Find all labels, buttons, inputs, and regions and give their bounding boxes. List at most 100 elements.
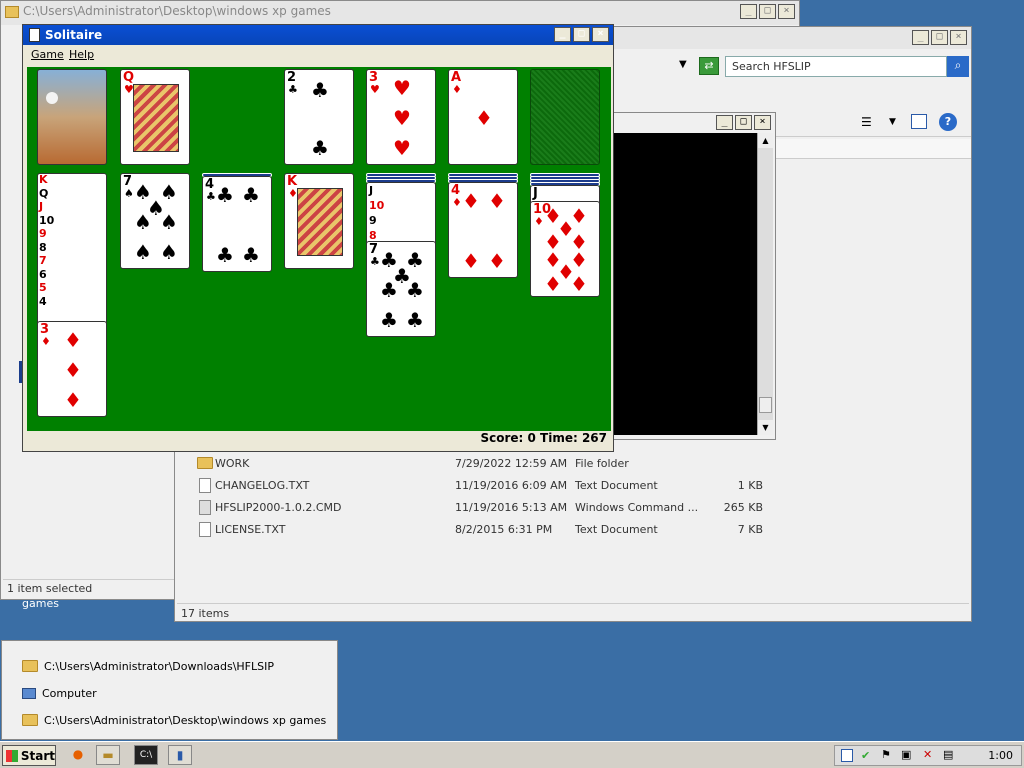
- solitaire-menubar: Game Help: [23, 45, 613, 65]
- tableau-column-3[interactable]: 4 ♣ ♣ ♣ ♣ ♣: [202, 176, 272, 272]
- minimize-button[interactable]: _: [740, 4, 757, 19]
- solitaire-titlebar[interactable]: Solitaire _ □ ×: [23, 25, 613, 45]
- tableau-card-top[interactable]: 10 ♦ ♦ ♦ ♦ ♦ ♦ ♦ ♦ ♦ ♦ ♦: [530, 201, 600, 297]
- maximize-button[interactable]: □: [931, 30, 948, 45]
- file-name: LICENSE.TXT: [215, 522, 286, 536]
- back-explorer-titlebar[interactable]: C:\Users\Administrator\Desktop\windows x…: [1, 1, 799, 25]
- console-taskbar-icon[interactable]: C:\: [134, 745, 158, 765]
- list-item[interactable]: CHANGELOG.TXT 11/19/2016 6:09 AM Text Do…: [193, 474, 971, 496]
- foundation-hearts[interactable]: 3 ♥ ♥ ♥ ♥: [366, 69, 436, 165]
- moon-icon: [46, 92, 58, 104]
- file-name: CHANGELOG.TXT: [215, 478, 310, 492]
- file-size: 1 KB: [737, 478, 763, 492]
- windows-logo-icon: [6, 749, 18, 762]
- list-item[interactable]: WORK 7/29/2022 12:59 AM File folder: [193, 452, 971, 474]
- tableau-column-6[interactable]: 4 ♦ ♦ ♦ ♦ ♦: [448, 182, 518, 278]
- help-icon[interactable]: ?: [939, 113, 957, 131]
- tableau-column-4[interactable]: K ♦: [284, 173, 354, 269]
- maximize-button[interactable]: □: [735, 115, 752, 130]
- tableau-column-7[interactable]: J 10 ♦ ♦ ♦ ♦ ♦ ♦ ♦ ♦ ♦ ♦ ♦: [530, 173, 602, 299]
- back-explorer-statusbar: 1 item selected: [3, 579, 175, 597]
- file-type: Text Document: [575, 522, 658, 536]
- solitaire-window[interactable]: Solitaire _ □ × Game Help Q ♥ 2 ♣ ♣ ♣ 3: [22, 24, 614, 452]
- maximize-button[interactable]: □: [573, 27, 590, 42]
- foundation-clubs[interactable]: 2 ♣ ♣ ♣: [284, 69, 354, 165]
- tableau-column-1[interactable]: K Q J 10 9 8 7 6 5 4 3 ♦ ♦ ♦ ♦: [37, 173, 109, 419]
- explorer-taskbar-icon[interactable]: ▬: [96, 745, 120, 765]
- solitaire-app-icon: [29, 28, 40, 42]
- tableau-col5-labels: J 10 9 8: [369, 184, 385, 242]
- cmd-file-icon: [199, 499, 211, 515]
- minimize-button[interactable]: _: [912, 30, 929, 45]
- search-icon[interactable]: ⌕: [947, 56, 969, 77]
- scroll-thumb[interactable]: [759, 397, 772, 413]
- explorer-statusbar: 17 items: [177, 603, 969, 621]
- shield-icon[interactable]: ✔: [861, 749, 870, 762]
- tableau-column-5[interactable]: J 10 9 8 7 ♣ ♣ ♣ ♣ ♣ ♣ ♣ ♣: [366, 173, 438, 339]
- king-face-image: [297, 188, 343, 256]
- tray-icon[interactable]: [841, 749, 853, 762]
- file-type: File folder: [575, 456, 629, 470]
- console-window[interactable]: _ □ × ▲ ▼: [612, 112, 776, 440]
- firefox-icon[interactable]: ●: [66, 745, 90, 765]
- text-file-icon: [199, 477, 211, 493]
- file-name: HFSLIP2000-1.0.2.CMD: [215, 500, 342, 514]
- foundation-diamonds[interactable]: A ♦ ♦: [448, 69, 518, 165]
- close-button[interactable]: ×: [950, 30, 967, 45]
- start-button[interactable]: Start: [2, 745, 56, 766]
- network-icon[interactable]: ▣: [901, 748, 911, 761]
- taskbar: Start ● ▬ C:\ ▮ ✔ ⚑ ▣ ✕ ▤ 1:00: [0, 741, 1024, 768]
- popup-item[interactable]: C:\Users\Administrator\Desktop\windows x…: [22, 709, 326, 731]
- desktop-icon-label[interactable]: games: [22, 597, 59, 610]
- file-size: 265 KB: [723, 500, 763, 514]
- solitaire-taskbar-icon[interactable]: ▮: [168, 745, 192, 765]
- list-item[interactable]: HFSLIP2000-1.0.2.CMD 11/19/2016 5:13 AM …: [193, 496, 971, 518]
- folder-icon: [22, 714, 38, 726]
- scroll-up-icon[interactable]: ▲: [758, 133, 773, 148]
- card-table[interactable]: Q ♥ 2 ♣ ♣ ♣ 3 ♥ ♥ ♥ ♥ A ♦ ♦ K Q J 10 9 8…: [27, 67, 611, 433]
- scroll-down-icon[interactable]: ▼: [758, 420, 773, 435]
- chevron-down-icon[interactable]: ▼: [889, 117, 896, 127]
- folder-icon: [22, 660, 38, 672]
- console-output[interactable]: [613, 133, 757, 435]
- tableau-card-top[interactable]: 3 ♦ ♦ ♦ ♦: [37, 321, 107, 417]
- waste-card[interactable]: Q ♥: [120, 69, 190, 165]
- score-status: Score: 0 Time: 267: [27, 431, 611, 447]
- refresh-icon[interactable]: ⇄: [699, 57, 719, 75]
- tableau-col1-labels: K Q J 10 9 8 7 6 5 4: [39, 173, 55, 308]
- list-item[interactable]: LICENSE.TXT 8/2/2015 6:31 PM Text Docume…: [193, 518, 971, 540]
- computer-icon: [22, 687, 36, 699]
- file-type: Text Document: [575, 478, 658, 492]
- menu-help[interactable]: Help: [69, 48, 94, 61]
- minimize-button[interactable]: _: [554, 27, 571, 42]
- close-button[interactable]: ×: [778, 4, 795, 19]
- maximize-button[interactable]: □: [759, 4, 776, 19]
- close-button[interactable]: ×: [754, 115, 771, 130]
- popup-item[interactable]: Computer: [22, 682, 97, 704]
- file-list: WORK 7/29/2022 12:59 AM File folder CHAN…: [175, 452, 971, 552]
- stock-pile[interactable]: [37, 69, 107, 165]
- foundation-empty[interactable]: [530, 69, 600, 165]
- view-options-icon[interactable]: ☰: [861, 115, 872, 129]
- file-size: 7 KB: [737, 522, 763, 536]
- menu-game[interactable]: Game: [31, 48, 64, 61]
- clock[interactable]: 1:00: [988, 749, 1013, 762]
- preview-pane-icon[interactable]: [911, 114, 927, 129]
- tableau-column-2[interactable]: 7 ♠ ♠ ♠ ♠ ♠ ♠ ♠ ♠: [120, 173, 190, 269]
- tableau-card-top[interactable]: 7 ♣ ♣ ♣ ♣ ♣ ♣ ♣ ♣: [366, 241, 436, 337]
- file-date: 11/19/2016 5:13 AM: [455, 500, 568, 514]
- minimize-button[interactable]: _: [716, 115, 733, 130]
- system-tray: ✔ ⚑ ▣ ✕ ▤ 1:00: [834, 745, 1022, 766]
- console-scrollbar[interactable]: ▲ ▼: [757, 133, 773, 435]
- flag-icon[interactable]: ⚑: [881, 748, 891, 761]
- search-input[interactable]: Search HFSLIP: [725, 56, 947, 77]
- address-dropdown-icon[interactable]: ▼: [679, 59, 687, 70]
- popup-item[interactable]: C:\Users\Administrator\Downloads\HFLSIP: [22, 655, 274, 677]
- close-button[interactable]: ×: [592, 27, 609, 42]
- folder-icon: [5, 6, 19, 18]
- action-center-icon[interactable]: ▤: [943, 748, 953, 761]
- queen-face-image: [133, 84, 179, 152]
- back-explorer-title: C:\Users\Administrator\Desktop\windows x…: [23, 4, 331, 18]
- text-file-icon: [199, 521, 211, 537]
- volume-muted-icon[interactable]: ✕: [923, 748, 932, 761]
